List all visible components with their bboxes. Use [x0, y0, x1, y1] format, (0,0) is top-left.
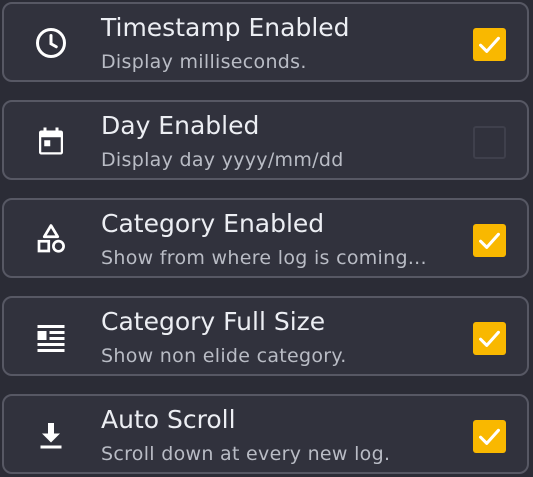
setting-subtitle: Scroll down at every new log.: [101, 443, 391, 465]
checkmark-icon: [479, 330, 500, 347]
setting-title: Timestamp Enabled: [101, 13, 350, 42]
checkmark-icon: [479, 36, 500, 53]
setting-title: Auto Scroll: [101, 405, 236, 434]
setting-row-auto-scroll[interactable]: Auto Scroll Scroll down at every new log…: [2, 394, 529, 474]
setting-row-category-full-size[interactable]: Category Full Size Show non elide catego…: [2, 296, 529, 376]
download-icon: [33, 417, 69, 453]
setting-row-timestamp-enabled[interactable]: Timestamp Enabled Display milliseconds.: [2, 2, 529, 82]
day-enabled-checkbox[interactable]: [473, 126, 506, 159]
setting-subtitle: Display day yyyy/mm/dd: [101, 149, 344, 171]
category-full-size-checkbox[interactable]: [473, 322, 506, 355]
auto-scroll-checkbox[interactable]: [473, 420, 506, 453]
setting-title: Day Enabled: [101, 111, 260, 140]
category-shapes-icon: [33, 221, 69, 257]
setting-row-day-enabled[interactable]: Day Enabled Display day yyyy/mm/dd: [2, 100, 529, 180]
setting-title: Category Enabled: [101, 209, 325, 238]
clock-icon: [33, 25, 69, 61]
calendar-icon: [33, 123, 69, 159]
settings-list: Timestamp Enabled Display milliseconds. …: [0, 0, 533, 477]
setting-subtitle: Display milliseconds.: [101, 51, 307, 73]
setting-title: Category Full Size: [101, 307, 326, 336]
wrap-text-icon: [33, 319, 69, 355]
setting-subtitle: Show from where log is coming...: [101, 247, 427, 269]
category-enabled-checkbox[interactable]: [473, 224, 506, 257]
setting-row-category-enabled[interactable]: Category Enabled Show from where log is …: [2, 198, 529, 278]
checkmark-icon: [479, 428, 500, 445]
setting-subtitle: Show non elide category.: [101, 345, 347, 367]
timestamp-enabled-checkbox[interactable]: [473, 28, 506, 61]
checkmark-icon: [479, 232, 500, 249]
